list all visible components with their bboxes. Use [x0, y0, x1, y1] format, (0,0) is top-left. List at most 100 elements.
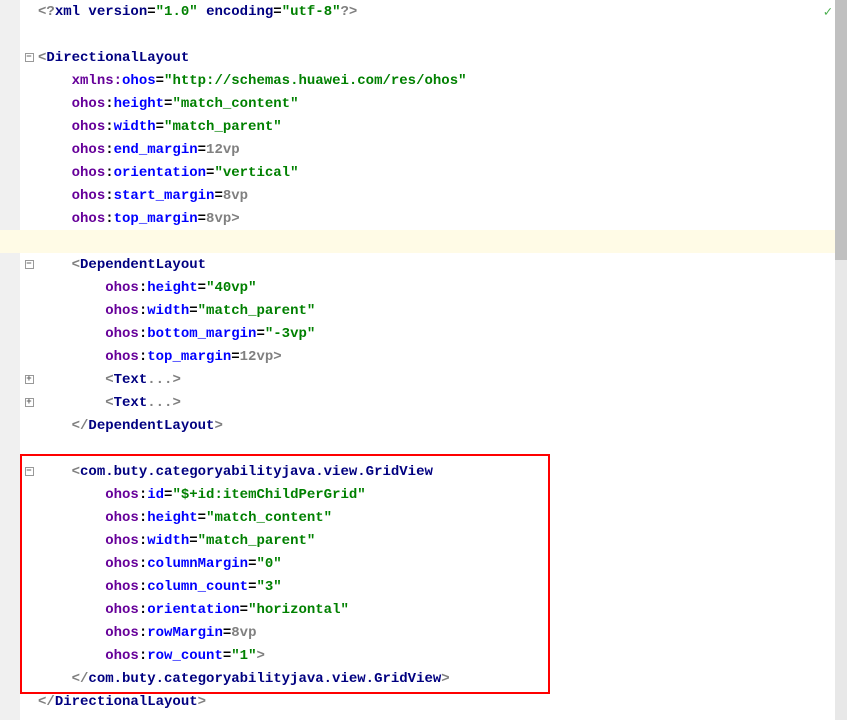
minimap-thumb[interactable] [835, 0, 847, 260]
code-content[interactable]: ohos:width="match_parent" [38, 119, 847, 135]
code-line[interactable]: ohos:columnMargin="0" [0, 552, 847, 575]
token: "1" [231, 648, 256, 664]
code-line[interactable]: ohos:start_margin=8vp [0, 184, 847, 207]
fold-gutter[interactable]: − [20, 53, 38, 62]
code-line[interactable]: ohos:rowMargin=8vp [0, 621, 847, 644]
code-line[interactable]: </DependentLayout> [0, 414, 847, 437]
code-content[interactable]: ohos:top_margin=8vp> [38, 211, 847, 227]
fold-gutter[interactable]: − [20, 260, 38, 269]
minimap-scrollbar[interactable] [835, 0, 847, 720]
token: = [198, 510, 206, 526]
code-content[interactable]: ohos:height="match_content" [38, 96, 847, 112]
token: top_margin [147, 349, 231, 365]
code-line[interactable]: ohos:height="40vp" [0, 276, 847, 299]
token: > [198, 694, 206, 710]
token: ohos [122, 73, 156, 89]
code-line[interactable]: + <Text...> [0, 368, 847, 391]
token: 12vp [240, 349, 274, 365]
token: orientation [147, 602, 239, 618]
code-line[interactable]: + <Text...> [0, 391, 847, 414]
code-content[interactable]: ohos:bottom_margin="-3vp" [38, 326, 847, 342]
token: = [189, 533, 197, 549]
code-line[interactable]: ohos:id="$+id:itemChildPerGrid" [0, 483, 847, 506]
code-content[interactable]: ohos:column_count="3" [38, 579, 847, 595]
code-content[interactable]: </DependentLayout> [38, 418, 847, 434]
fold-expand-icon[interactable]: + [25, 398, 34, 407]
fold-gutter[interactable]: + [20, 375, 38, 384]
fold-gutter[interactable]: + [20, 398, 38, 407]
token: = [231, 349, 239, 365]
code-line[interactable]: </DirectionalLayout> [0, 690, 847, 713]
code-content[interactable]: ohos:row_count="1"> [38, 648, 847, 664]
token: orientation [114, 165, 206, 181]
token: xml version [55, 4, 147, 20]
code-content[interactable]: ohos:height="match_content" [38, 510, 847, 526]
code-content[interactable]: <com.buty.categoryabilityjava.view.GridV… [38, 464, 847, 480]
code-content[interactable]: ohos:start_margin=8vp [38, 188, 847, 204]
code-content[interactable]: ohos:end_margin=12vp [38, 142, 847, 158]
code-content[interactable]: </DirectionalLayout> [38, 694, 847, 710]
token: ohos [72, 119, 106, 135]
code-line[interactable]: ohos:bottom_margin="-3vp" [0, 322, 847, 345]
fold-expand-icon[interactable]: + [25, 375, 34, 384]
code-line[interactable] [0, 437, 847, 460]
code-line[interactable]: ohos:end_margin=12vp [0, 138, 847, 161]
token: </ [72, 418, 89, 434]
code-line[interactable]: </com.buty.categoryabilityjava.view.Grid… [0, 667, 847, 690]
fold-gutter[interactable]: − [20, 467, 38, 476]
code-line[interactable]: ohos:orientation="vertical" [0, 161, 847, 184]
code-content[interactable]: xmlns:ohos="http://schemas.huawei.com/re… [38, 73, 847, 89]
code-content[interactable]: ohos:width="match_parent" [38, 303, 847, 319]
token: Text [114, 395, 148, 411]
code-line[interactable]: ohos:height="match_content" [0, 506, 847, 529]
code-content[interactable]: ohos:rowMargin=8vp [38, 625, 847, 641]
code-content[interactable]: ohos:columnMargin="0" [38, 556, 847, 572]
token: < [72, 464, 80, 480]
code-line[interactable] [0, 23, 847, 46]
code-line[interactable]: ohos:top_margin=8vp> [0, 207, 847, 230]
token: : [105, 119, 113, 135]
code-content[interactable]: ohos:width="match_parent" [38, 533, 847, 549]
code-content[interactable]: <DirectionalLayout [38, 50, 847, 66]
code-content[interactable]: <Text...> [38, 395, 847, 411]
code-line[interactable]: − <DependentLayout [0, 253, 847, 276]
fold-collapse-icon[interactable]: − [25, 53, 34, 62]
token: ohos [105, 487, 139, 503]
token: <? [38, 4, 55, 20]
code-line[interactable]: <?xml version="1.0" encoding="utf-8"?> [0, 0, 847, 23]
token: : [139, 303, 147, 319]
code-content[interactable]: ohos:orientation="horizontal" [38, 602, 847, 618]
code-content[interactable]: <DependentLayout [38, 257, 847, 273]
code-content[interactable]: ohos:orientation="vertical" [38, 165, 847, 181]
code-lines[interactable]: <?xml version="1.0" encoding="utf-8"?>−<… [0, 0, 847, 713]
code-line[interactable]: ohos:width="match_parent" [0, 115, 847, 138]
code-line[interactable]: ohos:orientation="horizontal" [0, 598, 847, 621]
code-content[interactable]: </com.buty.categoryabilityjava.view.Grid… [38, 671, 847, 687]
code-line[interactable]: ohos:height="match_content" [0, 92, 847, 115]
token: height [147, 280, 197, 296]
code-line[interactable]: xmlns:ohos="http://schemas.huawei.com/re… [0, 69, 847, 92]
code-line[interactable]: ohos:top_margin=12vp> [0, 345, 847, 368]
token: "-3vp" [265, 326, 315, 342]
code-line[interactable]: ohos:row_count="1"> [0, 644, 847, 667]
code-content[interactable]: <?xml version="1.0" encoding="utf-8"?> [38, 4, 847, 20]
token: < [72, 257, 80, 273]
code-content[interactable]: ohos:top_margin=12vp> [38, 349, 847, 365]
code-line[interactable]: −<DirectionalLayout [0, 46, 847, 69]
token: encoding [206, 4, 273, 20]
token: = [273, 4, 281, 20]
code-line[interactable]: ohos:column_count="3" [0, 575, 847, 598]
fold-collapse-icon[interactable]: − [25, 260, 34, 269]
code-line[interactable]: ohos:width="match_parent" [0, 299, 847, 322]
code-content[interactable]: <Text...> [38, 372, 847, 388]
token: 8vp [206, 211, 231, 227]
code-content[interactable]: ohos:id="$+id:itemChildPerGrid" [38, 487, 847, 503]
fold-collapse-icon[interactable]: − [25, 467, 34, 476]
code-content[interactable]: ohos:height="40vp" [38, 280, 847, 296]
code-editor[interactable]: <?xml version="1.0" encoding="utf-8"?>−<… [0, 0, 847, 720]
token: ohos [105, 280, 139, 296]
code-line[interactable] [0, 230, 847, 253]
token: "0" [256, 556, 281, 572]
code-line[interactable]: − <com.buty.categoryabilityjava.view.Gri… [0, 460, 847, 483]
code-line[interactable]: ohos:width="match_parent" [0, 529, 847, 552]
